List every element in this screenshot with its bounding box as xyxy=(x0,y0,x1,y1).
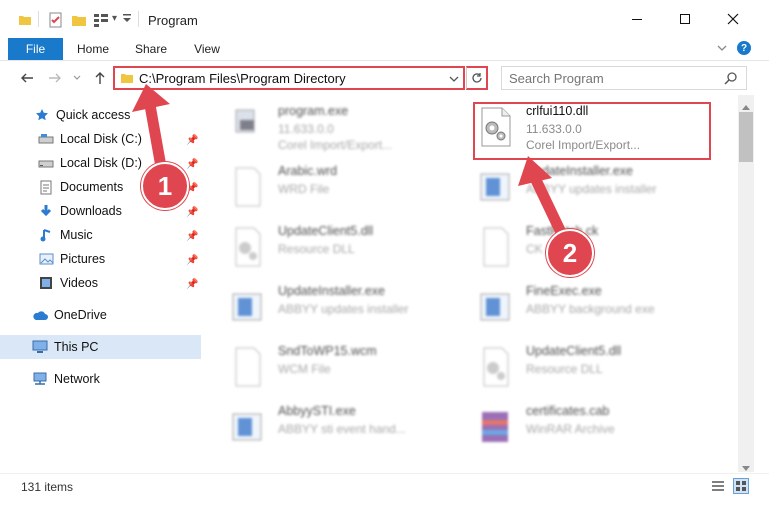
scrollbar-thumb[interactable] xyxy=(739,112,753,162)
status-bar: 131 items xyxy=(0,473,769,499)
callout-arrows xyxy=(132,84,573,251)
large-icons-view-icon[interactable] xyxy=(733,478,749,494)
scroll-up-icon[interactable] xyxy=(742,99,750,113)
callout-badge-2: 2 xyxy=(546,229,594,277)
details-view-icon[interactable] xyxy=(711,480,725,495)
arrow-1-head xyxy=(132,84,170,112)
arrow-2-head xyxy=(518,156,552,186)
callout-badge-1: 1 xyxy=(141,162,189,210)
item-count: 131 items xyxy=(21,480,74,494)
